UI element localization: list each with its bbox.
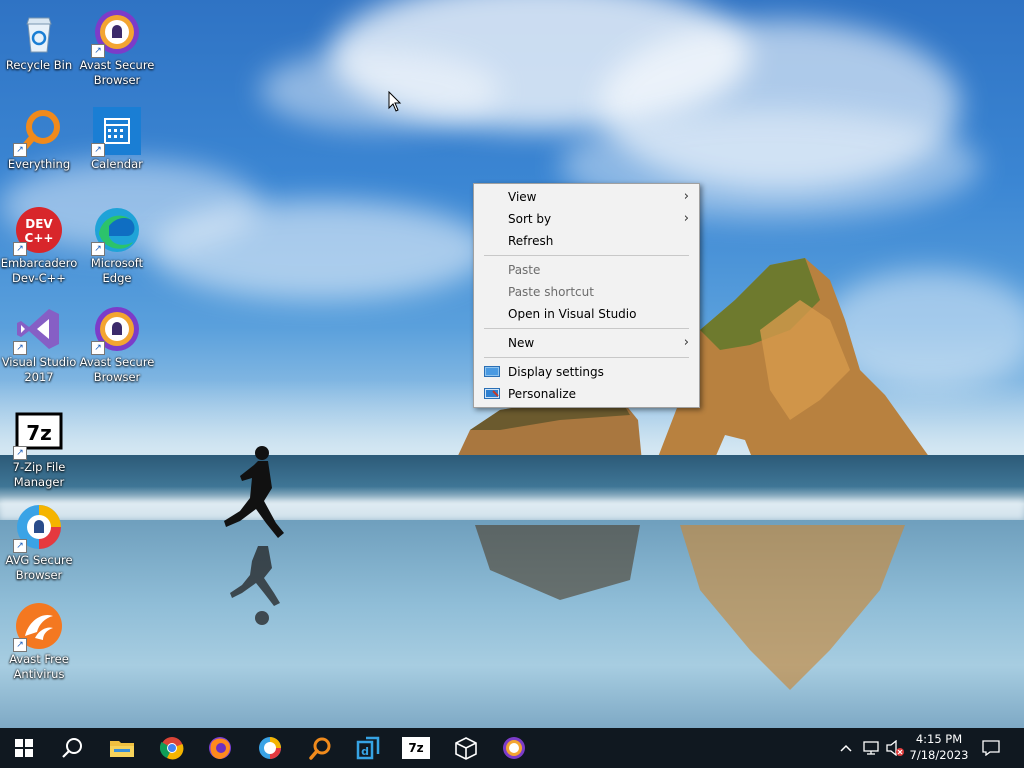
svg-text:7z: 7z [26,421,52,445]
7zip-icon: 7z [402,737,430,759]
volume-button[interactable] [884,728,906,768]
file-explorer-icon [110,741,134,757]
shortcut-arrow-icon: ↗ [13,143,27,157]
search-button[interactable] [48,728,96,768]
taskbar-firefox[interactable] [196,728,244,768]
svg-text:C++: C++ [25,231,54,245]
avast-browser-icon [259,737,281,759]
shortcut-arrow-icon: ↗ [13,242,27,256]
desktop-icon-avast-free-antivirus[interactable]: ↗ Avast Free Antivirus [0,598,78,690]
desktop-icon-calendar[interactable]: ↗ Calendar [78,103,156,195]
display-settings-icon [484,366,500,377]
dev-tool-icon: d [356,736,380,760]
menu-item-view[interactable]: View › [474,186,699,208]
desktop-icon-recycle-bin[interactable]: Recycle Bin [0,4,78,96]
desktop-icon-avast-secure-browser[interactable]: ↗ Avast Secure Browser [78,4,156,96]
avast-secure-icon [503,737,525,759]
taskbar-3d-viewer[interactable] [442,728,490,768]
shortcut-arrow-icon: ↗ [91,44,105,58]
personalize-icon [484,388,500,399]
clock-time: 4:15 PM [915,732,963,746]
shortcut-arrow-icon: ↗ [91,242,105,256]
submenu-arrow-icon: › [683,189,689,204]
taskbar-everything[interactable] [296,728,344,768]
menu-item-paste: Paste [508,263,541,277]
menu-item-refresh[interactable]: Refresh [474,230,699,252]
svg-text:d: d [361,745,369,758]
mouse-cursor-icon [388,91,402,112]
network-button[interactable] [860,728,882,768]
shortcut-arrow-icon: ↗ [91,143,105,157]
desktop-context-menu: View › Sort by › Refresh Paste Paste sho… [473,183,700,408]
everything-icon [309,737,331,760]
chrome-icon [160,737,184,760]
shortcut-arrow-icon: ↗ [13,341,27,355]
network-icon [863,741,879,755]
notification-icon [982,740,1000,756]
recycle-bin-icon [26,17,52,53]
svg-text:DEV: DEV [25,217,53,231]
search-icon [62,738,82,758]
taskbar-clock[interactable]: 4:15 PM 7/18/2023 [905,731,973,763]
desktop-icon-7zip[interactable]: 7z ↗ 7-Zip File Manager [0,406,78,498]
shortcut-arrow-icon: ↗ [13,638,27,652]
desktop-icon-visual-studio[interactable]: ↗ Visual Studio 2017 [0,301,78,393]
taskbar-chrome[interactable] [148,728,196,768]
menu-item-display-settings[interactable]: Display settings [474,361,699,383]
tray-overflow-button[interactable] [836,728,856,768]
taskbar-avast-browser[interactable] [246,728,294,768]
3d-box-icon [455,737,477,760]
submenu-arrow-icon: › [683,211,689,226]
taskbar-avast-secure[interactable] [490,728,538,768]
start-button[interactable] [0,728,48,768]
menu-item-sort-by[interactable]: Sort by › [474,208,699,230]
shortcut-arrow-icon: ↗ [13,539,27,553]
menu-item-new[interactable]: New › [474,332,699,354]
taskbar-dev-tool[interactable]: d [344,728,392,768]
shortcut-arrow-icon: ↗ [91,341,105,355]
taskbar-7zip[interactable]: 7z [392,728,440,768]
shortcut-arrow-icon: ↗ [13,446,27,460]
runner-silhouette [224,446,284,625]
menu-item-paste-shortcut: Paste shortcut [508,285,594,299]
desktop-icon-avast-secure-browser-2[interactable]: ↗ Avast Secure Browser [78,301,156,393]
menu-separator [484,357,689,358]
taskbar: d 7z 4:15 PM 7/18/2023 [0,728,1024,768]
action-center-button[interactable] [978,728,1004,768]
menu-item-personalize[interactable]: Personalize [474,383,699,405]
start-icon [15,739,33,757]
chevron-up-icon [840,744,852,752]
taskbar-file-explorer[interactable] [98,728,146,768]
desktop-icon-avg-secure-browser[interactable]: ↗ AVG Secure Browser [0,499,78,591]
clock-date: 7/18/2023 [909,748,969,762]
firefox-icon [209,737,231,759]
desktop-icon-microsoft-edge[interactable]: ↗ Microsoft Edge [78,202,156,294]
submenu-arrow-icon: › [683,335,689,350]
desktop-icon-everything[interactable]: ↗ Everything [0,103,78,195]
menu-separator [484,328,689,329]
desktop-icon-devcpp[interactable]: DEV C++ ↗ Embarcadero Dev-C++ [0,202,78,294]
menu-item-open-in-visual-studio[interactable]: Open in Visual Studio [474,303,699,325]
menu-separator [484,255,689,256]
volume-muted-icon [886,740,904,756]
